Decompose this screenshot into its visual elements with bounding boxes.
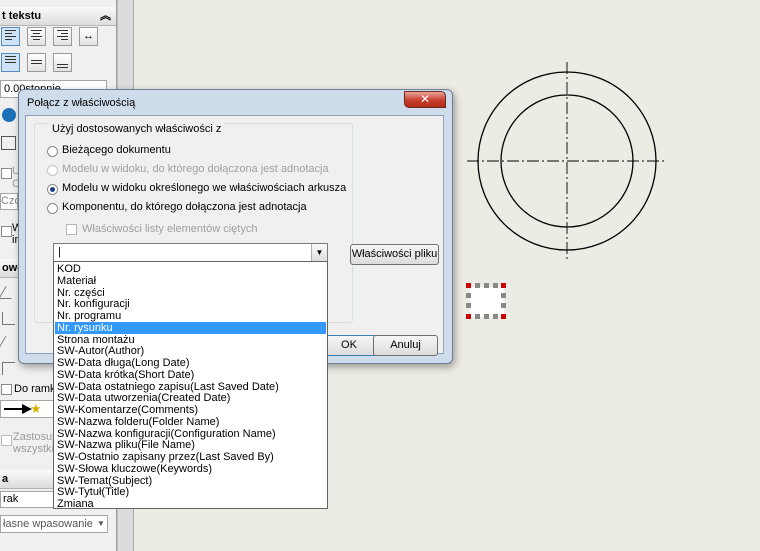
dropdown-item[interactable]: Materiał bbox=[55, 275, 326, 287]
radio-component[interactable] bbox=[47, 203, 58, 214]
to-frame-label: Do ramki bbox=[14, 383, 59, 395]
dropdown-item[interactable]: SW-Temat(Subject) bbox=[55, 475, 326, 487]
dropdown-item[interactable]: Nr. konfiguracji bbox=[55, 298, 326, 310]
fit-select[interactable]: łasne wpasowanie ▼ bbox=[0, 515, 108, 533]
dropdown-item[interactable]: SW-Data krótka(Short Date) bbox=[55, 369, 326, 381]
justify-width-button[interactable]: ↔ bbox=[79, 27, 98, 46]
note-placeholder bbox=[470, 287, 504, 317]
chevron-down-icon: ▼ bbox=[97, 519, 105, 528]
dropdown-item[interactable]: SW-Autor(Author) bbox=[55, 345, 326, 357]
arrow-line bbox=[4, 408, 24, 410]
close-button[interactable]: ✕ bbox=[404, 91, 446, 108]
section-title: t tekstu bbox=[2, 10, 42, 22]
cut-list-label: Właściwości listy elementów ciętych bbox=[82, 223, 258, 235]
dropdown-item[interactable]: Nr. części bbox=[55, 287, 326, 299]
dropdown-item[interactable]: SW-Nazwa konfiguracji(Configuration Name… bbox=[55, 428, 326, 440]
leader-none-icon[interactable] bbox=[0, 336, 19, 348]
option-model-sheet[interactable]: Modelu w widoku określonego we właściwoś… bbox=[62, 182, 346, 194]
dropdown-item[interactable]: SW-Nazwa pliku(File Name) bbox=[55, 439, 326, 451]
dropdown-item[interactable]: SW-Nazwa folderu(Folder Name) bbox=[55, 416, 326, 428]
font-field-text: Czc bbox=[1, 195, 17, 207]
dropdown-item[interactable]: Strona montażu bbox=[55, 334, 326, 346]
dropdown-item[interactable]: SW-Data długa(Long Date) bbox=[55, 357, 326, 369]
dropdown-item[interactable]: SW-Data ostatniego zapisu(Last Saved Dat… bbox=[55, 381, 326, 393]
dropdown-item[interactable]: SW-Słowa kluczowe(Keywords) bbox=[55, 463, 326, 475]
border-section-title: a bbox=[2, 473, 9, 485]
link-property-icon[interactable] bbox=[2, 108, 16, 122]
cancel-button[interactable]: Anuluj bbox=[373, 335, 438, 356]
combo-text-caret[interactable]: | bbox=[58, 245, 61, 260]
align-left-button[interactable] bbox=[1, 27, 20, 46]
dropdown-item[interactable]: SW-Data utworzenia(Created Date) bbox=[55, 392, 326, 404]
dropdown-item[interactable]: SW-Tytuł(Title) bbox=[55, 486, 326, 498]
text-format-section-header[interactable]: t tekstu ︽ bbox=[0, 7, 116, 26]
dropdown-item[interactable]: Zmiana bbox=[55, 498, 326, 510]
ok-button[interactable]: OK bbox=[321, 335, 377, 356]
file-properties-label: Właściwości pliku bbox=[351, 248, 438, 260]
valign-bottom-button[interactable] bbox=[53, 53, 72, 72]
option-current-document[interactable]: Bieżącego dokumentu bbox=[62, 144, 171, 156]
file-properties-button[interactable]: Właściwości pliku bbox=[350, 244, 439, 265]
dropdown-item[interactable]: SW-Ostatnio zapisany przez(Last Saved By… bbox=[55, 451, 326, 463]
close-icon: ✕ bbox=[419, 92, 431, 106]
apply-label: Zastosuj bbox=[13, 431, 55, 443]
wrap-checkbox[interactable] bbox=[1, 226, 12, 237]
frame-icon[interactable] bbox=[1, 136, 16, 150]
group-label: Użyj dostosowanych właściwości z bbox=[49, 123, 225, 135]
cancel-label: Anuluj bbox=[390, 339, 421, 351]
to-frame-checkbox[interactable] bbox=[1, 384, 12, 395]
use-doc-checkbox[interactable] bbox=[1, 168, 12, 179]
star-icon: ★ bbox=[30, 401, 42, 416]
leader-left-icon[interactable] bbox=[2, 362, 15, 375]
centerlines bbox=[467, 62, 667, 262]
align-right-button[interactable] bbox=[53, 27, 72, 46]
dropdown-item[interactable]: SW-Komentarze(Comments) bbox=[55, 404, 326, 416]
ok-label: OK bbox=[341, 339, 357, 351]
fit-value: łasne wpasowanie bbox=[3, 518, 93, 530]
dropdown-item[interactable]: Nr. programu bbox=[55, 310, 326, 322]
leader-icon[interactable] bbox=[0, 286, 19, 299]
cut-list-checkbox[interactable] bbox=[66, 224, 77, 235]
collapse-chevron-icon[interactable]: ︽ bbox=[100, 7, 111, 25]
radio-model-attached[interactable] bbox=[47, 165, 58, 176]
property-combo-box[interactable]: | ▼ bbox=[53, 243, 328, 262]
apply-all-checkbox[interactable] bbox=[1, 435, 12, 446]
border-style-value: rak bbox=[3, 493, 19, 505]
valign-middle-button[interactable] bbox=[27, 53, 46, 72]
radio-model-sheet[interactable] bbox=[47, 184, 58, 195]
property-dropdown-list: KOD Materiał Nr. części Nr. konfiguracji Nr.… bbox=[53, 261, 328, 510]
leader-bent-icon[interactable] bbox=[2, 312, 15, 325]
dialog-title: Połącz z właściwością bbox=[27, 97, 136, 109]
chevron-down-icon[interactable]: ▼ bbox=[311, 244, 327, 261]
note-selection-box[interactable] bbox=[466, 283, 506, 319]
radio-current-document[interactable] bbox=[47, 146, 58, 157]
font-field[interactable]: Czc bbox=[0, 193, 18, 210]
valign-top-button[interactable] bbox=[1, 53, 20, 72]
align-center-button[interactable] bbox=[27, 27, 46, 46]
dropdown-item[interactable]: KOD bbox=[55, 263, 326, 275]
option-model-attached[interactable]: Modelu w widoku, do którego dołączona je… bbox=[62, 163, 329, 175]
option-component[interactable]: Komponentu, do którego dołączona jest ad… bbox=[62, 201, 307, 213]
dropdown-item[interactable]: Nr. rysunku bbox=[55, 321, 326, 334]
